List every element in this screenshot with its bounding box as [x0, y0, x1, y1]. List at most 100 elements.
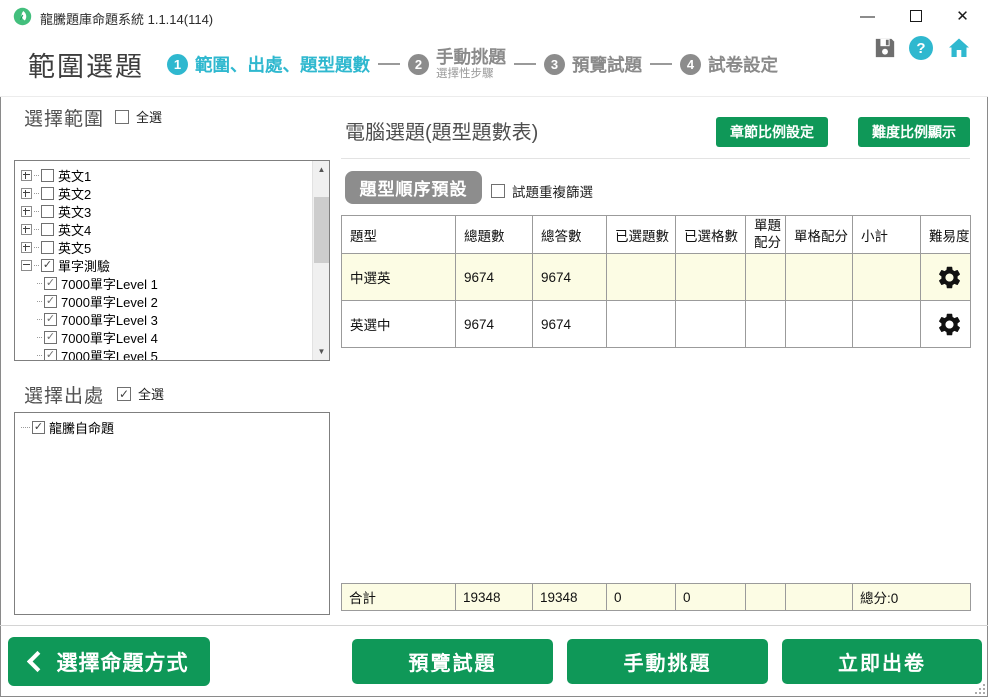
tree-item[interactable]: 7000單字Level 3	[21, 310, 312, 328]
cell-per-cell-score[interactable]	[786, 301, 853, 348]
generate-exam-button[interactable]: 立即出卷	[782, 639, 982, 684]
app-window: 龍騰題庫命題系統 1.1.14(114) — ✕ 範圍選題 1 範圍、出處、題型…	[0, 0, 988, 697]
tree-item-checkbox[interactable]	[41, 241, 54, 254]
step-1-circle: 1	[167, 54, 188, 75]
tree-item[interactable]: 7000單字Level 4	[21, 328, 312, 346]
back-button[interactable]: 選擇命題方式	[8, 637, 210, 686]
manual-pick-button[interactable]: 手動挑題	[567, 639, 768, 684]
expand-plus-icon[interactable]	[21, 224, 32, 235]
home-icon[interactable]	[946, 36, 972, 60]
tree-item-checkbox[interactable]	[44, 277, 57, 290]
tree-item-checkbox[interactable]	[44, 331, 57, 344]
cell-per-question-score[interactable]	[746, 254, 786, 301]
difficulty-ratio-button[interactable]: 難度比例顯示	[858, 117, 970, 147]
save-icon[interactable]	[874, 37, 896, 59]
step-connector	[378, 63, 400, 65]
totals-per-question	[746, 584, 786, 611]
expand-plus-icon[interactable]	[21, 188, 32, 199]
expand-plus-icon[interactable]	[21, 206, 32, 217]
expand-plus-icon[interactable]	[21, 242, 32, 253]
cell-selected-cells[interactable]	[676, 301, 746, 348]
step-4-label: 試卷設定	[708, 52, 778, 77]
cell-per-cell-score[interactable]	[786, 254, 853, 301]
tree-item[interactable]: 英文2	[21, 184, 312, 202]
tree-item-checkbox[interactable]	[41, 259, 54, 272]
cell-type: 中選英	[342, 254, 456, 301]
tree-item-checkbox[interactable]	[41, 205, 54, 218]
scope-tree-box: 英文1 英文2 英文3 英文4 英文5	[14, 160, 330, 361]
col-header: 題型	[342, 216, 456, 254]
tree-item[interactable]: 龍騰自命題	[21, 418, 329, 436]
tree-item-checkbox[interactable]	[32, 421, 45, 434]
tree-item-checkbox[interactable]	[44, 349, 57, 361]
tree-item-checkbox[interactable]	[41, 169, 54, 182]
scroll-up-icon[interactable]: ▲	[313, 161, 330, 178]
step-indicator: 1 範圍、出處、題型題數 2 手動挑題 選擇性步驟 3 預覽試題 4 試卷設定	[167, 32, 778, 96]
scroll-down-icon[interactable]: ▼	[313, 343, 330, 360]
table-header-row: 題型 總題數 總答數 已選題數 已選格數 單題配分 單格配分 小計 難易度	[342, 216, 971, 254]
repeat-filter-label: 試題重複篩選	[512, 181, 593, 201]
col-header: 單格配分	[786, 216, 853, 254]
chapter-ratio-button[interactable]: 章節比例設定	[716, 117, 828, 147]
cell-total-questions: 9674	[456, 254, 533, 301]
header: 範圍選題 1 範圍、出處、題型題數 2 手動挑題 選擇性步驟 3 預覽試題	[0, 32, 988, 97]
resize-grip[interactable]	[973, 682, 985, 694]
cell-total-questions: 9674	[456, 301, 533, 348]
step-2[interactable]: 2 手動挑題 選擇性步驟	[408, 47, 506, 81]
scope-scrollbar[interactable]: ▲ ▼	[312, 161, 329, 360]
tree-item[interactable]: 7000單字Level 2	[21, 292, 312, 310]
cell-selected-questions[interactable]	[607, 301, 676, 348]
expand-plus-icon[interactable]	[21, 170, 32, 181]
type-order-button[interactable]: 題型順序預設	[345, 171, 482, 204]
step-1[interactable]: 1 範圍、出處、題型題數	[167, 52, 370, 77]
collapse-minus-icon[interactable]	[21, 260, 32, 271]
tree-item-checkbox[interactable]	[41, 223, 54, 236]
gear-icon[interactable]	[936, 264, 963, 291]
tree-item-checkbox[interactable]	[44, 313, 57, 326]
tree-item-checkbox[interactable]	[41, 187, 54, 200]
difficulty-settings-cell[interactable]	[921, 301, 971, 348]
table-row: 英選中 9674 9674	[342, 301, 971, 348]
cell-per-question-score[interactable]	[746, 301, 786, 348]
preview-questions-button[interactable]: 預覽試題	[352, 639, 553, 684]
source-select-all[interactable]: 全選	[117, 384, 164, 403]
tree-item[interactable]: 英文3	[21, 202, 312, 220]
help-icon[interactable]	[909, 36, 933, 60]
scope-select-all-checkbox[interactable]	[115, 110, 129, 124]
difficulty-settings-cell[interactable]	[921, 254, 971, 301]
step-1-label: 範圍、出處、題型題數	[195, 52, 370, 77]
repeat-filter[interactable]: 試題重複篩選	[491, 181, 593, 201]
step-2-circle: 2	[408, 54, 429, 75]
step-4[interactable]: 4 試卷設定	[680, 52, 778, 77]
scroll-thumb[interactable]	[314, 197, 329, 263]
cell-selected-cells[interactable]	[676, 254, 746, 301]
tree-item[interactable]: 7000單字Level 5	[21, 346, 312, 360]
gear-icon[interactable]	[936, 311, 963, 338]
repeat-filter-checkbox[interactable]	[491, 184, 505, 198]
minimize-button[interactable]: —	[845, 0, 890, 32]
totals-row: 合計 19348 19348 0 0 總分:0	[341, 583, 971, 611]
scope-select-all[interactable]: 全選	[115, 107, 162, 126]
computer-selection-title: 電腦選題(題型題數表)	[345, 116, 538, 145]
tree-item[interactable]: 英文5	[21, 238, 312, 256]
tree-item[interactable]: 單字測驗	[21, 256, 312, 274]
step-4-circle: 4	[680, 54, 701, 75]
page-title: 範圍選題	[28, 45, 144, 84]
question-type-table: 題型 總題數 總答數 已選題數 已選格數 單題配分 單格配分 小計 難易度 中選…	[341, 215, 971, 348]
col-header: 單題配分	[746, 216, 786, 254]
step-3[interactable]: 3 預覽試題	[544, 52, 642, 77]
step-2-subtitle: 選擇性步驟	[436, 68, 506, 81]
close-button[interactable]: ✕	[940, 0, 985, 32]
tree-item[interactable]: 英文4	[21, 220, 312, 238]
source-tree-box: 龍騰自命題	[14, 412, 330, 615]
tree-item[interactable]: 7000單字Level 1	[21, 274, 312, 292]
maximize-button[interactable]	[893, 0, 938, 32]
col-header: 已選題數	[607, 216, 676, 254]
cell-selected-questions[interactable]	[607, 254, 676, 301]
tree-item-checkbox[interactable]	[44, 295, 57, 308]
divider	[341, 158, 970, 159]
tree-item[interactable]: 英文1	[21, 166, 312, 184]
cell-total-answers: 9674	[533, 254, 607, 301]
window-title: 龍騰題庫命題系統 1.1.14(114)	[40, 9, 213, 28]
source-select-all-checkbox[interactable]	[117, 387, 131, 401]
